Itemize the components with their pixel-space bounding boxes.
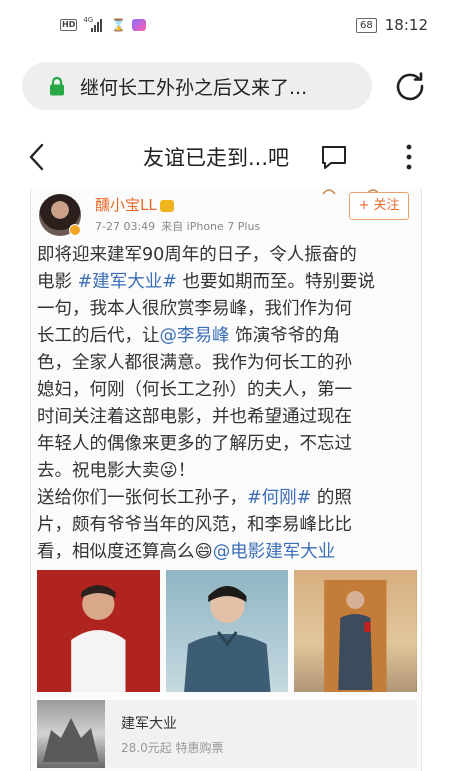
- post-source: 来自 iPhone 7 Plus: [161, 220, 261, 233]
- emoji-icon: 😄: [194, 542, 213, 562]
- post-line: 即将迎来建军90周年的日子，令人振奋的: [37, 245, 357, 265]
- url-bar[interactable]: 继何长工外孙之后又来了...: [22, 62, 372, 110]
- clock: 18:12: [384, 16, 428, 34]
- movie-poster: [37, 700, 105, 768]
- hashtag-link[interactable]: #何刚#: [247, 488, 311, 508]
- post-line: 长工的后代，让@李易峰 饰演爷爷的角: [37, 326, 341, 346]
- photo-thumbnail[interactable]: [165, 570, 289, 692]
- hd-badge: HD: [60, 19, 78, 31]
- post-body: 即将迎来建军90周年的日子，令人振奋的 电影 #建军大业# 也要如期而至。特别要…: [37, 242, 417, 566]
- post-line: 看，相似度还算高么😄@电影建军大业: [37, 542, 336, 562]
- author-name[interactable]: 醺小宝LL: [95, 196, 157, 214]
- photo-grid: [37, 570, 418, 692]
- title-bar: 友谊已走到...吧: [0, 128, 450, 188]
- page-title: 友谊已走到...吧: [143, 146, 290, 170]
- post-line: 年轻人的偶像来更多的了解历史，不忘过: [37, 434, 352, 454]
- emoji-icon: 😜: [159, 461, 178, 481]
- photo-thumbnail[interactable]: [37, 570, 160, 692]
- post-meta: 7-27 03:49 来自 iPhone 7 Plus: [95, 218, 260, 234]
- follow-button[interactable]: + 关注: [349, 192, 409, 220]
- post-author[interactable]: 醺小宝LL: [95, 194, 174, 215]
- movie-price: 28.0元起 特惠购票: [121, 740, 224, 755]
- status-left: HD 4G ⌛: [60, 16, 147, 32]
- signal-icon: 4G: [83, 16, 105, 32]
- comment-icon[interactable]: [320, 144, 348, 170]
- post-line: 时间关注着这部电影，并也希望通过现在: [37, 407, 352, 427]
- battery-indicator: 68: [356, 17, 377, 33]
- post-line: 色，全家人都很满意。我作为何长工的孙: [37, 353, 352, 373]
- vip-badge-icon: [159, 199, 174, 212]
- photo-thumbnail[interactable]: [294, 570, 418, 692]
- post-line: 送给你们一张何长工孙子，#何刚# 的照: [37, 488, 352, 508]
- hourglass-icon: ⌛: [111, 18, 127, 32]
- refresh-icon[interactable]: [392, 68, 428, 104]
- mention-link[interactable]: @电影建军大业: [213, 542, 336, 562]
- post-line: 去。祝电影大卖😜！: [37, 461, 196, 481]
- status-bar: HD 4G ⌛ 68 18:12: [0, 0, 450, 52]
- status-right: 68 18:12: [356, 16, 428, 34]
- lock-icon: [40, 76, 74, 96]
- verified-badge-icon: [69, 224, 81, 236]
- app-notification-icon: [132, 19, 147, 31]
- movie-card[interactable]: 建军大业 28.0元起 特惠购票: [37, 700, 417, 768]
- mention-link[interactable]: @李易峰: [160, 326, 230, 346]
- post-line: 片，颇有爷爷当年的风范，和李易峰比比: [37, 515, 352, 535]
- post-line: 媳妇，何刚（何长工之孙）的夫人，第一: [37, 380, 352, 400]
- post-card: 醺小宝LL 7-27 03:49 来自 iPhone 7 Plus + 关注 即将…: [30, 188, 422, 771]
- post-line: 一句，我本人很欣赏李易峰，我们作为何: [37, 299, 352, 319]
- movie-title[interactable]: 建军大业: [121, 713, 224, 733]
- movie-info: 建军大业 28.0元起 特惠购票: [121, 713, 224, 756]
- back-icon[interactable]: [26, 142, 50, 172]
- hashtag-link[interactable]: #建军大业#: [78, 272, 177, 292]
- post-line: 电影 #建军大业# 也要如期而至。特别要说: [37, 272, 375, 292]
- url-text[interactable]: 继何长工外孙之后又来了...: [80, 73, 307, 100]
- more-icon[interactable]: [404, 142, 414, 172]
- post-date: 7-27 03:49: [95, 220, 156, 233]
